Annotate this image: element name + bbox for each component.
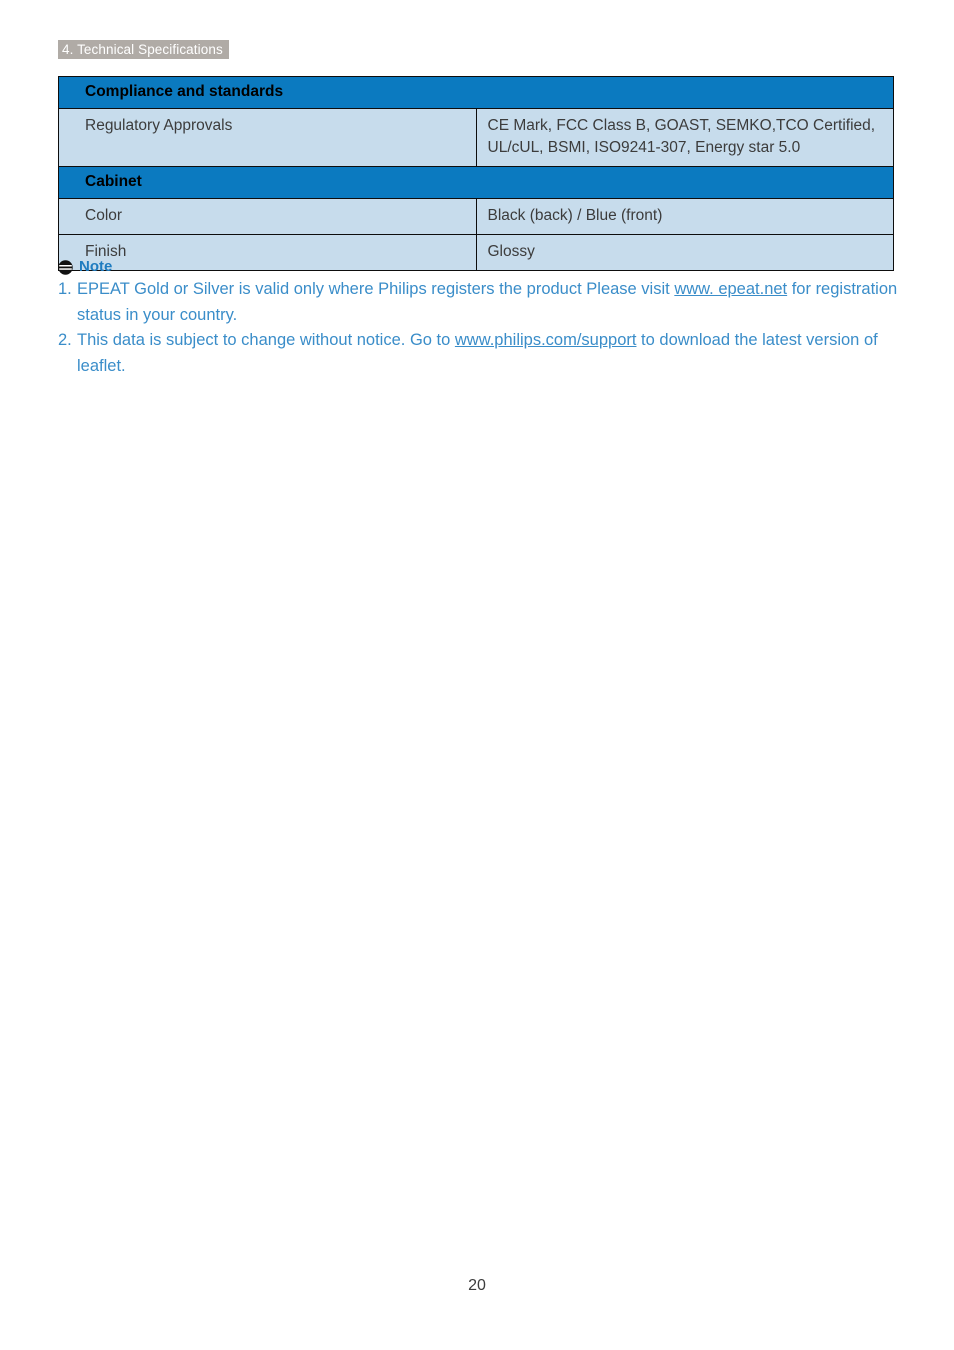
- table-row: Color Black (back) / Blue (front): [58, 198, 894, 235]
- note-item-text: EPEAT Gold or Silver is valid only where…: [77, 277, 908, 328]
- note-item-text: This data is subject to change without n…: [77, 328, 908, 379]
- spec-value-color: Black (back) / Blue (front): [475, 198, 894, 235]
- table-section-header-row: Compliance and standards: [58, 76, 894, 109]
- spec-label-color: Color: [58, 198, 477, 235]
- table-section-header-row: Cabinet: [58, 166, 894, 199]
- epeat-link[interactable]: www. epeat.net: [674, 280, 787, 298]
- note-title: Note: [79, 258, 113, 275]
- table-row: Regulatory Approvals CE Mark, FCC Class …: [58, 108, 894, 167]
- note-text-before: EPEAT Gold or Silver is valid only where…: [77, 280, 675, 298]
- section-title-compliance: Compliance and standards: [58, 76, 894, 109]
- note-list-item: 1. EPEAT Gold or Silver is valid only wh…: [58, 277, 908, 328]
- note-list: 1. EPEAT Gold or Silver is valid only wh…: [58, 277, 908, 379]
- breadcrumb: 4. Technical Specifications: [58, 40, 229, 59]
- note-header: Note: [58, 258, 908, 276]
- specifications-table: Compliance and standards Regulatory Appr…: [58, 76, 894, 271]
- note-item-number: 2.: [58, 331, 72, 349]
- spec-label-regulatory-approvals: Regulatory Approvals: [58, 108, 477, 167]
- note-block: Note 1. EPEAT Gold or Silver is valid on…: [58, 258, 908, 379]
- table-body: Compliance and standards Regulatory Appr…: [58, 76, 894, 271]
- note-text-before: This data is subject to change without n…: [77, 331, 455, 349]
- page-number: 20: [468, 1277, 486, 1294]
- note-list-item: 2. This data is subject to change withou…: [58, 328, 908, 379]
- philips-support-link[interactable]: www.philips.com/support: [455, 331, 637, 349]
- spec-value-regulatory-approvals: CE Mark, FCC Class B, GOAST, SEMKO,TCO C…: [475, 108, 894, 167]
- note-item-number: 1.: [58, 280, 72, 298]
- section-title-cabinet: Cabinet: [58, 166, 894, 199]
- note-circle-icon: [58, 259, 73, 275]
